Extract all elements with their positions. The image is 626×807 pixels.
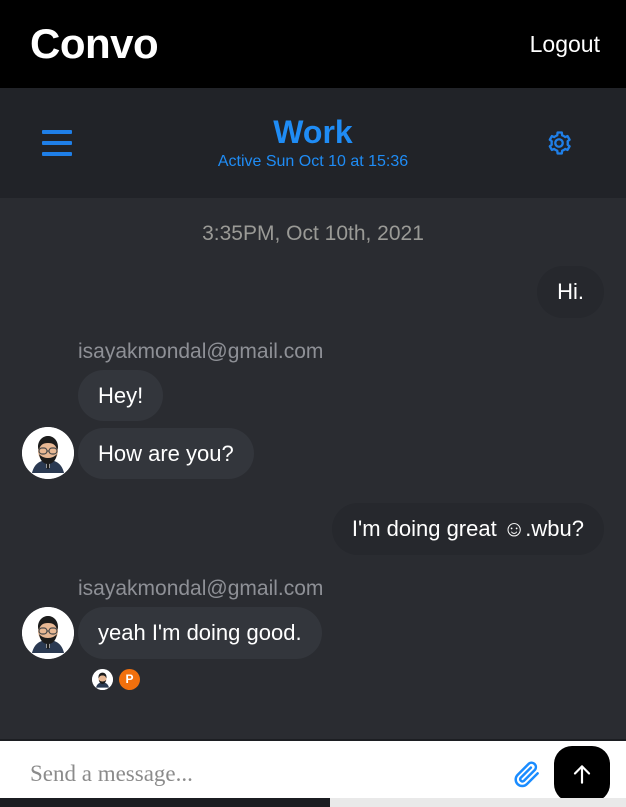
message-row: I'm doing great ☺.wbu? [22, 503, 604, 555]
message-bubble-incoming[interactable]: Hey! [78, 369, 164, 421]
avatar [22, 606, 74, 659]
chat-app: Convo Logout Work Active Sun Oct 10 at 1… [0, 0, 626, 807]
avatar [22, 427, 74, 479]
message-bubble-outgoing[interactable]: I'm doing great ☺.wbu? [331, 503, 604, 555]
message-row: Hey! [22, 369, 604, 421]
conversation-title-block: Work Active Sun Oct 10 at 15:36 [0, 113, 626, 171]
read-receipts: P [92, 668, 604, 690]
paperclip-icon[interactable] [510, 757, 544, 791]
message-composer [0, 739, 626, 807]
message-sender-label: isayakmondal@gmail.com [78, 576, 324, 600]
hamburger-bar [42, 141, 72, 145]
conversation-status: Active Sun Oct 10 at 15:36 [217, 153, 409, 170]
message-sender-label: isayakmondal@gmail.com [78, 339, 324, 363]
message-row: How are you? [22, 427, 604, 479]
avatar-slot [22, 606, 78, 659]
avatar-slot [22, 427, 78, 479]
message-bubble-incoming[interactable]: yeah I'm doing good. [78, 607, 322, 659]
hamburger-menu-icon[interactable] [42, 125, 78, 161]
message-row: yeah I'm doing good. [22, 606, 604, 659]
message-bubble-outgoing[interactable]: Hi. [537, 266, 604, 318]
hamburger-bar [42, 130, 72, 134]
gear-icon[interactable] [544, 128, 574, 158]
scrollbar-thumb[interactable] [0, 798, 330, 807]
day-timestamp: 3:35PM, Oct 10th, 2021 [202, 222, 424, 245]
message-row: Hi. [22, 266, 604, 318]
conversation-title: Work [273, 113, 353, 150]
read-receipt-avatar [92, 668, 113, 690]
hamburger-bar [42, 152, 72, 156]
horizontal-scrollbar[interactable] [0, 798, 626, 807]
message-bubble-incoming[interactable]: How are you? [78, 427, 254, 479]
logout-button[interactable]: Logout [530, 32, 600, 56]
top-bar: Convo Logout [0, 0, 626, 88]
message-list[interactable]: 3:35PM, Oct 10th, 2021 Hi. isayakmondal@… [0, 198, 626, 739]
send-button[interactable] [554, 746, 610, 802]
app-brand-title: Convo [30, 20, 159, 67]
message-input[interactable] [30, 761, 510, 787]
conversation-header: Work Active Sun Oct 10 at 15:36 [0, 88, 626, 198]
read-receipt-initial-badge: P [119, 668, 140, 690]
